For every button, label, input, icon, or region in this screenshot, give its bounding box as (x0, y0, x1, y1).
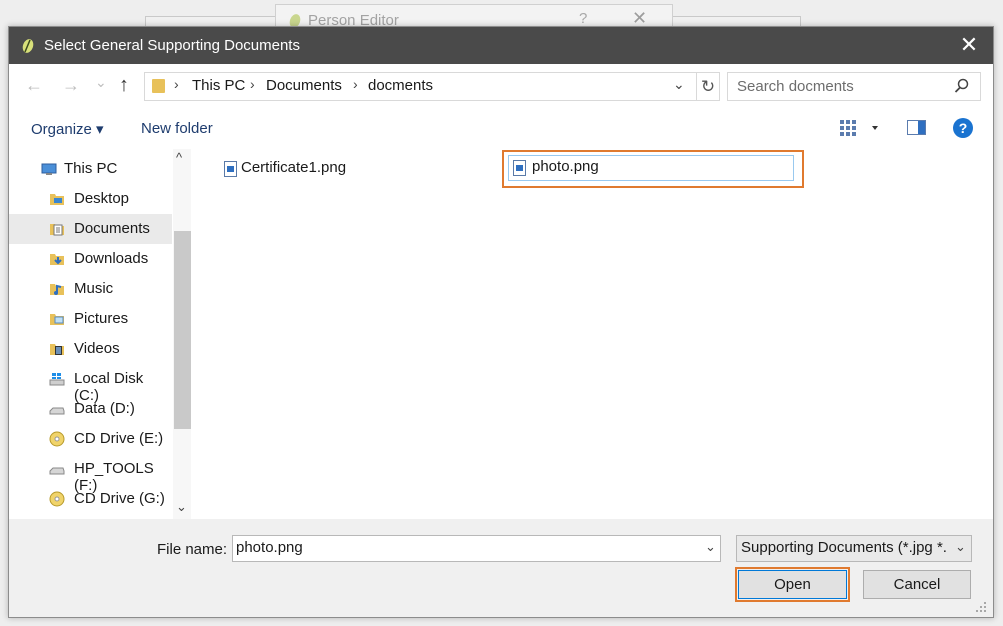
nav-item-label: Desktop (74, 190, 130, 207)
close-button[interactable]: ✕ (954, 31, 984, 61)
help-icon[interactable]: ? (953, 118, 973, 138)
file-name-value: photo.png (236, 539, 303, 556)
pictures-folder-icon (50, 314, 64, 325)
nav-item-label: Data (D:) (74, 400, 135, 417)
search-input[interactable]: Search docments (727, 72, 981, 101)
resize-grip-icon[interactable] (975, 601, 987, 613)
breadcrumb-docments[interactable]: docments (368, 77, 433, 94)
nav-item-cd-drive-e[interactable]: CD Drive (E:) (9, 424, 172, 454)
nav-item-data-d[interactable]: Data (D:) (9, 394, 172, 424)
documents-folder-icon (50, 224, 64, 236)
app-logo-icon (22, 39, 34, 53)
nav-item-label: CD Drive (E:) (74, 430, 164, 447)
breadcrumb-separator: › (250, 76, 255, 92)
preview-pane-icon[interactable] (907, 120, 926, 135)
scroll-down-icon[interactable]: ⌄ (176, 499, 187, 515)
new-folder-button[interactable]: New folder (141, 120, 213, 137)
dialog-footer (9, 519, 993, 617)
file-name-dropdown-icon[interactable]: ⌄ (705, 539, 716, 555)
open-button[interactable]: Open (735, 567, 850, 602)
file-name: photo.png (532, 158, 599, 175)
breadcrumb-documents[interactable]: Documents (266, 77, 342, 94)
navigation-pane: This PC Desktop Documents Downloads Musi… (9, 149, 191, 519)
dialog-title: Select General Supporting Documents (44, 37, 300, 54)
videos-folder-icon (50, 344, 64, 355)
file-open-dialog: Select General Supporting Documents ✕ ← … (8, 26, 994, 618)
nav-item-label: Documents (74, 220, 150, 237)
music-folder-icon (50, 284, 64, 295)
cancel-button[interactable]: Cancel (863, 570, 971, 599)
nav-item-hp-tools-f[interactable]: HP_TOOLS (F:) (9, 454, 172, 494)
nav-scrollbar-thumb[interactable] (174, 231, 191, 429)
nav-item-downloads[interactable]: Downloads (9, 244, 172, 274)
nav-item-this-pc[interactable]: This PC (9, 154, 172, 184)
address-bar[interactable]: › This PC › Documents › docments ⌄ ↻ (144, 72, 720, 101)
nav-item-label: Downloads (74, 250, 149, 267)
organize-button[interactable]: Organize ▾ (31, 120, 104, 138)
downloads-folder-icon (50, 254, 64, 265)
title-bar: Select General Supporting Documents ✕ (9, 27, 993, 64)
breadcrumb-this-pc[interactable]: This PC (192, 77, 245, 94)
nav-item-label: CD Drive (G:) (74, 490, 165, 507)
file-type-value: Supporting Documents (*.jpg *. (741, 539, 947, 556)
desktop-folder-icon (50, 194, 64, 205)
breadcrumb-separator: › (174, 76, 179, 92)
forward-arrow-icon[interactable]: → (62, 75, 80, 96)
nav-item-desktop[interactable]: Desktop (9, 184, 172, 214)
file-item[interactable]: Certificate1.png (221, 157, 371, 181)
drive-icon (49, 407, 65, 415)
cd-drive-icon (49, 431, 65, 447)
search-icon[interactable] (954, 78, 970, 94)
image-file-icon (513, 160, 526, 176)
nav-item-videos[interactable]: Videos (9, 334, 172, 364)
nav-item-label: Videos (74, 340, 120, 357)
pc-icon (41, 163, 57, 175)
address-dropdown-icon[interactable]: ⌄ (673, 76, 685, 93)
windows-drive-icon (49, 373, 65, 386)
nav-item-pictures[interactable]: Pictures (9, 304, 172, 334)
recent-locations-chevron-icon[interactable]: ⌄ (95, 74, 107, 91)
cd-drive-icon (49, 491, 65, 507)
up-folder-button[interactable]: ↑ (119, 74, 129, 97)
drive-icon (49, 467, 65, 475)
nav-item-local-disk-c[interactable]: Local Disk (C:) (9, 364, 172, 404)
nav-item-music[interactable]: Music (9, 274, 172, 304)
file-type-select[interactable]: Supporting Documents (*.jpg *. ⌄ (736, 535, 972, 562)
search-placeholder: Search docments (737, 78, 854, 95)
scroll-up-icon[interactable]: ^ (176, 150, 182, 165)
back-arrow-icon[interactable]: ← (25, 75, 43, 96)
background-help-button: ? (579, 10, 588, 27)
file-item-selected[interactable]: photo.png (508, 155, 794, 181)
nav-item-label: Music (74, 280, 114, 297)
breadcrumb-separator: › (353, 76, 358, 92)
change-view-icon[interactable] (839, 119, 881, 137)
file-type-dropdown-icon[interactable]: ⌄ (955, 539, 966, 555)
nav-item-cd-drive-g[interactable]: CD Drive (G:) (9, 484, 172, 514)
nav-item-documents[interactable]: Documents (9, 214, 172, 244)
nav-item-label: This PC (64, 160, 118, 177)
folder-icon (152, 79, 165, 93)
file-name: Certificate1.png (241, 159, 347, 176)
image-file-icon (224, 161, 237, 177)
nav-item-label: Pictures (74, 310, 129, 327)
file-name-input[interactable]: photo.png ⌄ (232, 535, 721, 562)
file-name-label: File name: (157, 541, 228, 558)
refresh-icon[interactable]: ↻ (696, 73, 719, 100)
